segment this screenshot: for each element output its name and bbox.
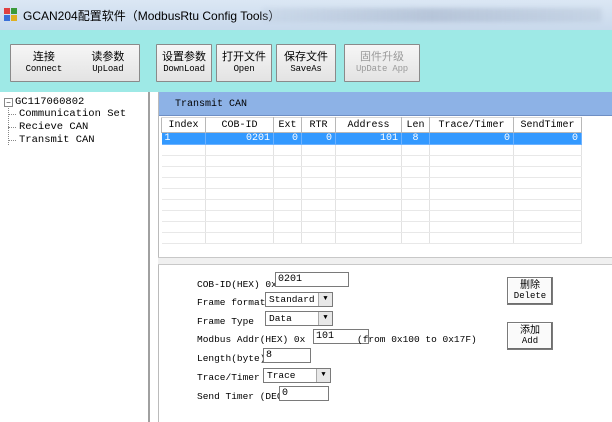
tree-branch-line bbox=[8, 139, 16, 141]
save-as-label-en: SaveAs bbox=[290, 64, 322, 74]
empty-row bbox=[161, 166, 582, 178]
cob-id-label: COB-ID(HEX) 0x bbox=[197, 279, 277, 290]
column-header-cob-id[interactable]: COB-ID bbox=[205, 117, 274, 133]
transmit-can-panel: Transmit CAN Index COB-ID Ext RTR Addres… bbox=[158, 92, 612, 257]
add-label-en: Add bbox=[521, 336, 539, 346]
send-timer-label: Send Timer (DEC) bbox=[197, 391, 289, 402]
toolbar: 连接 Connect 读参数 UpLoad 设置参数 DownLoad 打开文件… bbox=[0, 30, 612, 92]
cell-rtr: 0 bbox=[301, 132, 336, 145]
title-bar-controls-blurred bbox=[262, 8, 602, 22]
table-header-row: Index COB-ID Ext RTR Address Len Trace/T… bbox=[161, 117, 582, 133]
update-app-button[interactable]: 固件升级 UpDate App bbox=[344, 44, 420, 82]
column-header-trace-timer[interactable]: Trace/Timer bbox=[429, 117, 514, 133]
frame-format-value: Standard bbox=[269, 294, 315, 305]
modbus-addr-range-hint: (from 0x100 to 0x17F) bbox=[357, 334, 477, 345]
tree-item-communication-set[interactable]: Communication Set bbox=[8, 108, 127, 120]
tree-item-label: Recieve CAN bbox=[19, 121, 89, 133]
collapse-icon[interactable]: − bbox=[4, 97, 13, 107]
open-label-zh: 打开文件 bbox=[222, 50, 266, 63]
save-as-label-zh: 保存文件 bbox=[284, 50, 328, 63]
trace-timer-select[interactable]: Trace ▼ bbox=[263, 368, 331, 383]
empty-row bbox=[161, 232, 582, 244]
column-header-index[interactable]: Index bbox=[161, 117, 206, 133]
trace-timer-label: Trace/Timer bbox=[197, 372, 260, 383]
cell-cob-id: 0201 bbox=[205, 132, 274, 145]
upload-label-en: UpLoad bbox=[92, 64, 124, 74]
table-row[interactable]: 1 0201 0 0 101 8 0 0 bbox=[161, 132, 582, 145]
tree-root[interactable]: − GC117060802 bbox=[4, 96, 84, 108]
cell-ext: 0 bbox=[273, 132, 302, 145]
chevron-down-icon: ▼ bbox=[318, 312, 332, 325]
empty-row bbox=[161, 155, 582, 167]
save-as-button[interactable]: 保存文件 SaveAs bbox=[276, 44, 336, 82]
upload-button[interactable]: 读参数 UpLoad bbox=[91, 50, 124, 76]
table-caption-bar: Transmit CAN bbox=[159, 92, 612, 116]
empty-row bbox=[161, 221, 582, 233]
delete-label-en: Delete bbox=[513, 291, 547, 301]
add-button[interactable]: 添加 Add bbox=[507, 322, 553, 350]
tree-root-label: GC117060802 bbox=[15, 96, 85, 108]
column-header-rtr[interactable]: RTR bbox=[301, 117, 336, 133]
update-app-label-zh: 固件升级 bbox=[360, 50, 404, 63]
column-header-ext[interactable]: Ext bbox=[273, 117, 302, 133]
connect-upload-group: 连接 Connect 读参数 UpLoad bbox=[10, 44, 140, 82]
empty-row bbox=[161, 210, 582, 222]
tree-item-label: Transmit CAN bbox=[19, 134, 95, 146]
column-header-len[interactable]: Len bbox=[401, 117, 430, 133]
cell-len: 8 bbox=[401, 132, 430, 145]
frame-editor-form: COB-ID(HEX) 0x 0201 Frame format Standar… bbox=[158, 265, 612, 422]
device-tree: − GC117060802 Communication Set Recieve … bbox=[0, 92, 150, 422]
length-label: Length(byte) bbox=[197, 353, 266, 364]
column-header-address[interactable]: Address bbox=[335, 117, 402, 133]
connect-label-en: Connect bbox=[25, 64, 63, 74]
length-input[interactable]: 8 bbox=[263, 348, 311, 363]
connect-label-zh: 连接 bbox=[32, 50, 55, 63]
frame-type-value: Data bbox=[269, 313, 292, 324]
open-file-button[interactable]: 打开文件 Open bbox=[216, 44, 272, 82]
modbus-addr-label: Modbus Addr(HEX) 0x bbox=[197, 334, 306, 345]
frame-format-select[interactable]: Standard ▼ bbox=[265, 292, 333, 307]
panel-splitter[interactable] bbox=[158, 257, 612, 265]
empty-row bbox=[161, 177, 582, 189]
tree-branch-line bbox=[8, 126, 16, 128]
window-title: GCAN204配置软件（ModbusRtu Config Tools） bbox=[23, 8, 281, 23]
tree-item-transmit-can[interactable]: Transmit CAN bbox=[8, 134, 95, 146]
download-label-en: DownLoad bbox=[163, 64, 205, 74]
delete-label-zh: 删除 bbox=[520, 280, 540, 291]
tree-item-label: Communication Set bbox=[19, 108, 127, 120]
add-label-zh: 添加 bbox=[520, 325, 540, 336]
table-caption: Transmit CAN bbox=[175, 99, 248, 110]
frame-format-label: Frame format bbox=[197, 297, 266, 308]
send-timer-input[interactable]: 0 bbox=[279, 386, 329, 401]
cell-trace-timer: 0 bbox=[429, 132, 514, 145]
download-button[interactable]: 设置参数 DownLoad bbox=[156, 44, 212, 82]
column-header-send-timer[interactable]: SendTimer bbox=[513, 117, 582, 133]
app-icon bbox=[4, 8, 18, 22]
download-label-zh: 设置参数 bbox=[162, 50, 206, 63]
chevron-down-icon: ▼ bbox=[318, 293, 332, 306]
chevron-down-icon: ▼ bbox=[316, 369, 330, 382]
title-bar: GCAN204配置软件（ModbusRtu Config Tools） bbox=[0, 0, 612, 30]
empty-row bbox=[161, 188, 582, 200]
empty-row bbox=[161, 144, 582, 156]
cell-index: 1 bbox=[161, 132, 206, 145]
update-app-label-en: UpDate App bbox=[355, 64, 408, 74]
open-label-en: Open bbox=[233, 64, 255, 74]
cob-id-input[interactable]: 0201 bbox=[275, 272, 349, 287]
cell-address: 101 bbox=[335, 132, 402, 145]
frame-type-label: Frame Type bbox=[197, 316, 255, 327]
trace-timer-value: Trace bbox=[267, 370, 296, 381]
empty-row bbox=[161, 199, 582, 211]
delete-button[interactable]: 删除 Delete bbox=[507, 277, 553, 305]
tree-item-recieve-can[interactable]: Recieve CAN bbox=[8, 121, 89, 133]
connect-button[interactable]: 连接 Connect bbox=[25, 50, 63, 76]
upload-label-zh: 读参数 bbox=[91, 50, 125, 63]
tree-branch-line bbox=[8, 113, 16, 115]
transmit-can-table: Index COB-ID Ext RTR Address Len Trace/T… bbox=[161, 117, 582, 244]
frame-type-select[interactable]: Data ▼ bbox=[265, 311, 333, 326]
cell-send-timer: 0 bbox=[513, 132, 582, 145]
